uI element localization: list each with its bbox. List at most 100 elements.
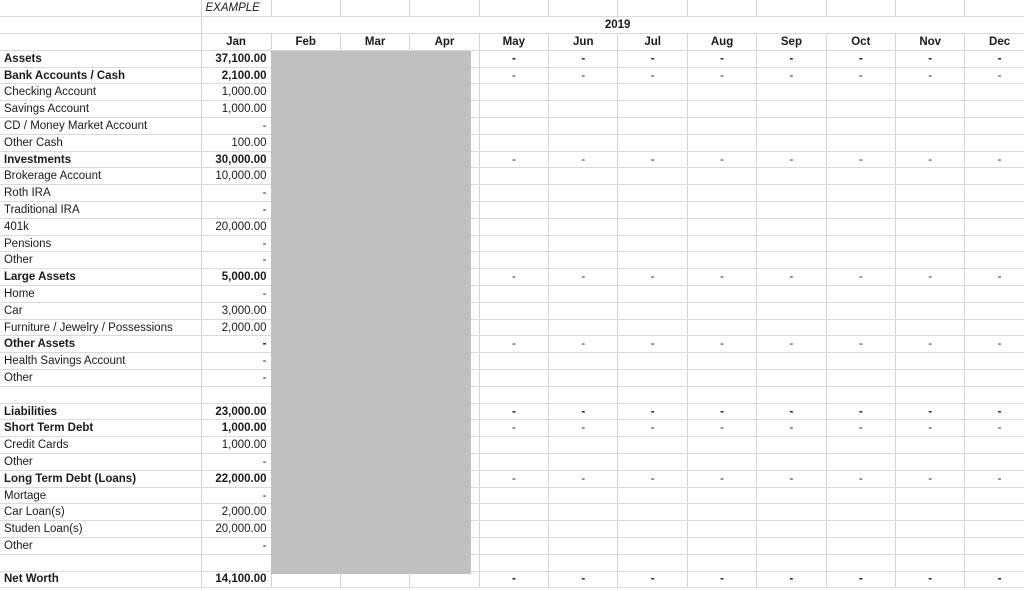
row-value-jan[interactable]: 2,100.00 [201, 67, 272, 85]
row-value-dec[interactable]: - [964, 268, 1024, 287]
row-value-jun[interactable] [548, 251, 619, 270]
row-value-may[interactable] [479, 218, 550, 236]
month-header-jan[interactable]: Jan [201, 33, 272, 51]
row-value-dec[interactable] [964, 520, 1024, 538]
row-value-jan[interactable]: 20,000.00 [201, 520, 272, 538]
row-value-may[interactable]: - [479, 403, 550, 421]
row-value-oct[interactable] [826, 537, 897, 555]
row-value-sep[interactable] [756, 537, 827, 555]
row-value-jan[interactable]: 2,000.00 [201, 319, 272, 337]
row-value-jun[interactable] [548, 487, 619, 505]
row-value-jan[interactable]: - [201, 201, 272, 219]
row-value-may[interactable]: - [479, 50, 550, 68]
row-value-jan[interactable]: 37,100.00 [201, 50, 272, 68]
row-value-sep[interactable]: - [756, 470, 827, 488]
row-value-jan[interactable]: 3,000.00 [201, 302, 272, 320]
row-value-oct[interactable]: - [826, 151, 897, 169]
row-value-aug[interactable] [687, 520, 758, 538]
month-header-feb[interactable]: Feb [271, 33, 341, 51]
row-value-jul[interactable] [617, 235, 688, 253]
row-value-nov[interactable] [895, 386, 966, 404]
row-value-jun[interactable] [548, 319, 619, 337]
row-value-jun[interactable] [548, 184, 619, 203]
row-value-may[interactable]: - [479, 268, 550, 287]
row-value-may[interactable] [479, 167, 550, 186]
row-value-sep[interactable] [756, 453, 827, 471]
row-value-jun[interactable] [548, 117, 619, 135]
row-value-jun[interactable] [548, 436, 619, 455]
row-value-may[interactable] [479, 100, 550, 119]
row-value-dec[interactable]: - [964, 403, 1024, 421]
row-value-nov[interactable] [895, 100, 966, 119]
row-value-jul[interactable]: - [617, 50, 688, 68]
row-value-dec[interactable]: - [964, 335, 1024, 354]
row-value-oct[interactable]: - [826, 50, 897, 68]
row-value-oct[interactable] [826, 369, 897, 387]
row-value-sep[interactable] [756, 520, 827, 538]
row-value-aug[interactable] [687, 436, 758, 455]
row-value-may[interactable] [479, 285, 550, 303]
row-value-nov[interactable] [895, 520, 966, 538]
row-value-jul[interactable] [617, 352, 688, 371]
row-value-oct[interactable] [826, 319, 897, 337]
row-value-dec[interactable] [964, 100, 1024, 119]
row-value-aug[interactable] [687, 319, 758, 337]
row-value-nov[interactable]: - [895, 151, 966, 169]
row-value-aug[interactable] [687, 235, 758, 253]
row-value-may[interactable] [479, 352, 550, 371]
row-value-dec[interactable] [964, 302, 1024, 320]
row-value-sep[interactable] [756, 235, 827, 253]
row-value-jan[interactable]: 30,000.00 [201, 151, 272, 169]
row-value-sep[interactable]: - [756, 571, 827, 589]
row-value-dec[interactable] [964, 285, 1024, 303]
row-value-may[interactable] [479, 487, 550, 505]
row-value-jul[interactable]: - [617, 67, 688, 85]
row-value-sep[interactable] [756, 117, 827, 135]
row-value-nov[interactable] [895, 537, 966, 555]
row-value-may[interactable] [479, 554, 550, 572]
row-value-nov[interactable] [895, 453, 966, 471]
row-value-jan[interactable]: 100.00 [201, 134, 272, 152]
row-value-jun[interactable]: - [548, 335, 619, 354]
row-value-oct[interactable] [826, 520, 897, 538]
row-value-nov[interactable] [895, 503, 966, 522]
row-value-aug[interactable] [687, 554, 758, 572]
row-value-aug[interactable]: - [687, 67, 758, 85]
row-value-dec[interactable] [964, 386, 1024, 404]
row-value-may[interactable] [479, 117, 550, 135]
row-value-may[interactable] [479, 453, 550, 471]
row-value-aug[interactable] [687, 83, 758, 102]
row-value-aug[interactable]: - [687, 268, 758, 287]
row-value-oct[interactable] [826, 134, 897, 152]
row-value-aug[interactable] [687, 134, 758, 152]
row-value-dec[interactable] [964, 235, 1024, 253]
row-value-sep[interactable]: - [756, 67, 827, 85]
row-value-jun[interactable] [548, 134, 619, 152]
row-value-dec[interactable] [964, 453, 1024, 471]
row-value-sep[interactable] [756, 134, 827, 152]
row-value-dec[interactable] [964, 487, 1024, 505]
row-value-sep[interactable] [756, 503, 827, 522]
row-value-jul[interactable]: - [617, 151, 688, 169]
row-value-dec[interactable] [964, 319, 1024, 337]
row-value-sep[interactable] [756, 369, 827, 387]
row-value-aug[interactable] [687, 100, 758, 119]
row-value-sep[interactable]: - [756, 403, 827, 421]
row-value-may[interactable]: - [479, 571, 550, 589]
row-value-aug[interactable]: - [687, 50, 758, 68]
row-value-jan[interactable]: 23,000.00 [201, 403, 272, 421]
row-value-may[interactable] [479, 537, 550, 555]
row-value-jul[interactable] [617, 554, 688, 572]
row-value-nov[interactable] [895, 554, 966, 572]
row-value-sep[interactable] [756, 285, 827, 303]
row-value-jan[interactable]: - [201, 117, 272, 135]
row-value-jun[interactable] [548, 302, 619, 320]
row-value-jun[interactable] [548, 201, 619, 219]
row-value-dec[interactable] [964, 251, 1024, 270]
row-value-jun[interactable] [548, 369, 619, 387]
row-value-dec[interactable] [964, 83, 1024, 102]
row-value-jan[interactable]: - [201, 285, 272, 303]
row-value-may[interactable] [479, 83, 550, 102]
row-value-jan[interactable]: 1,000.00 [201, 436, 272, 455]
row-value-jan[interactable]: - [201, 184, 272, 203]
